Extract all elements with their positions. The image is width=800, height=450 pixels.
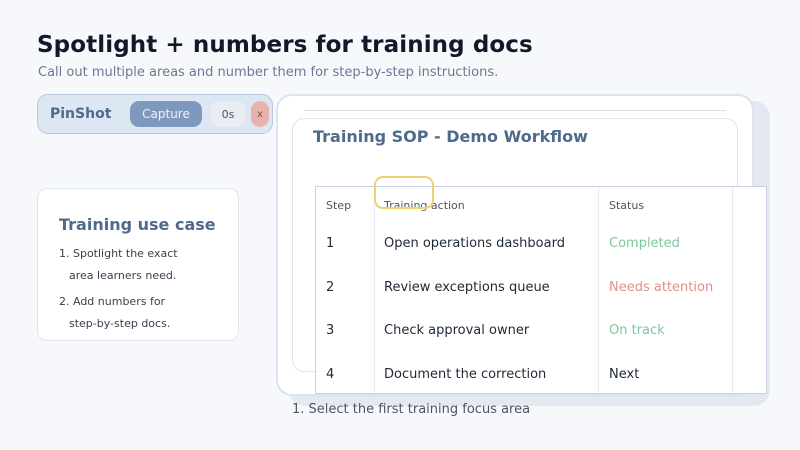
header-status: Status <box>609 199 645 212</box>
page-title: Spotlight + numbers for training docs <box>37 32 533 58</box>
status-badge: Needs attention <box>609 280 714 295</box>
column-divider <box>374 187 375 393</box>
window-title: Training SOP - Demo Workflow <box>313 127 588 146</box>
app-name: PinShot <box>50 106 112 122</box>
row-step: 1 <box>326 236 335 251</box>
row-action: Review exceptions queue <box>384 280 550 295</box>
row-action: Open operations dashboard <box>384 236 565 251</box>
status-badge: On track <box>609 323 665 338</box>
status-badge: Completed <box>609 236 680 251</box>
divider <box>304 110 726 111</box>
focus-caption: 1. Select the first training focus area <box>292 402 531 417</box>
status-badge: Next <box>609 367 640 382</box>
column-divider <box>732 187 733 393</box>
usecase-line: 1. Spotlight the exact <box>59 247 178 260</box>
usecase-line: step-by-step docs. <box>69 317 171 330</box>
focus-area-marker[interactable] <box>374 176 434 209</box>
usecase-line: 2. Add numbers for <box>59 295 166 308</box>
usecase-line: area learners need. <box>69 269 177 282</box>
sop-table: Step Training action Status 1 Open opera… <box>315 186 767 394</box>
header-step: Step <box>326 199 352 212</box>
usecase-title: Training use case <box>59 215 216 234</box>
row-action: Document the correction <box>384 367 547 382</box>
column-divider <box>598 187 599 393</box>
row-step: 4 <box>326 367 335 382</box>
page-subtitle: Call out multiple areas and number them … <box>38 65 499 80</box>
row-step: 2 <box>326 280 335 295</box>
close-button[interactable]: x <box>251 101 269 127</box>
pinshot-toolbar: PinShot Capture 0s x <box>37 94 273 134</box>
row-step: 3 <box>326 323 335 338</box>
training-usecase-card: Training use case 1. Spotlight the exact… <box>37 188 239 341</box>
capture-button[interactable]: Capture <box>130 101 202 127</box>
row-action: Check approval owner <box>384 323 530 338</box>
timer-button[interactable]: 0s <box>210 101 246 127</box>
